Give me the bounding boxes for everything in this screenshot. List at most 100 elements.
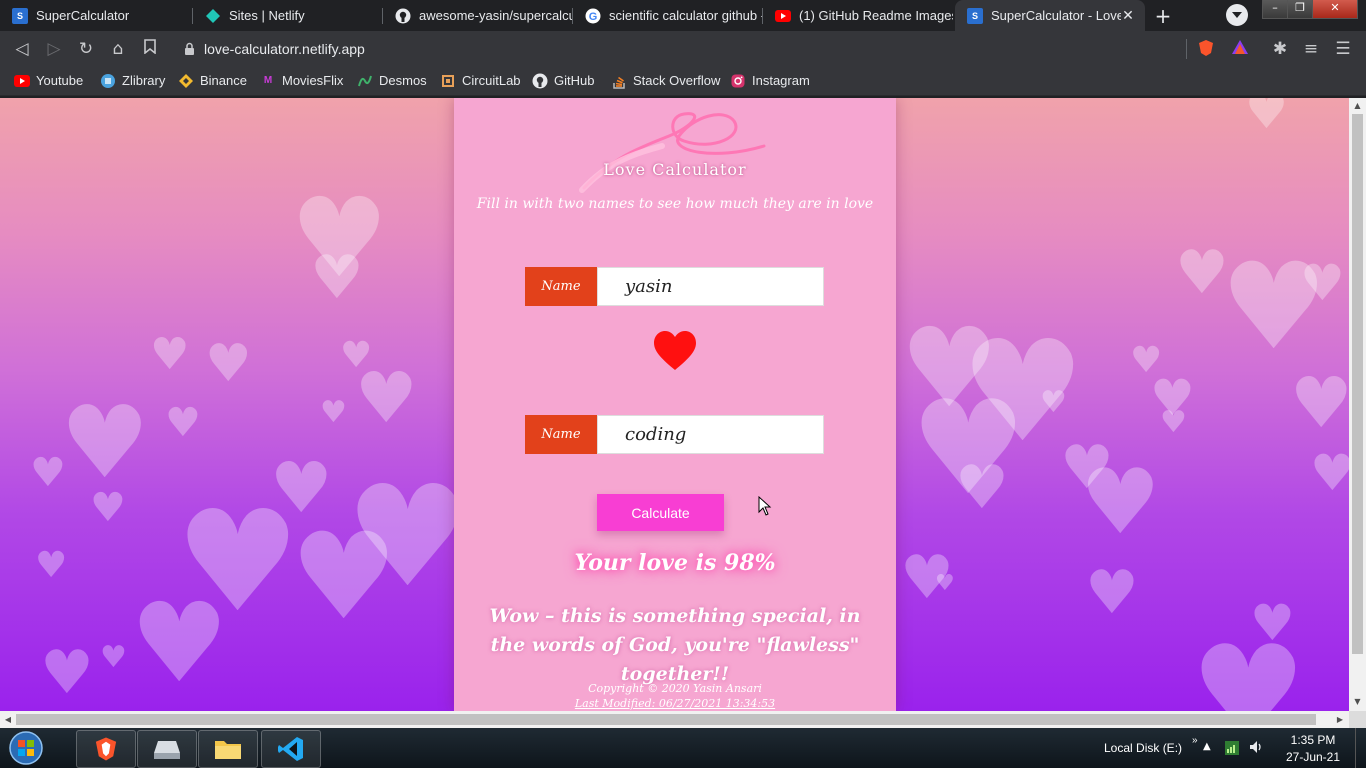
brave-rewards-icon[interactable] (1230, 39, 1250, 59)
binance-icon (178, 73, 194, 89)
scroll-down-icon[interactable]: ▼ (1352, 696, 1363, 708)
taskbar-vscode-button[interactable] (261, 730, 321, 768)
bookmark-icon[interactable] (140, 39, 160, 59)
heart-icon: ♥ (1310, 444, 1349, 502)
tray-drive-label[interactable]: Local Disk (E:) (1104, 741, 1182, 755)
heart-icon: ♥ (955, 453, 1009, 523)
taskbar-brave-button[interactable] (76, 730, 136, 768)
close-tab-icon[interactable]: ✕ (1119, 6, 1137, 24)
heart-icon: ♥ (320, 395, 347, 430)
bookmark-circuitlab[interactable]: CircuitLab (440, 66, 521, 95)
heart-icon: ♥ (150, 329, 190, 380)
horizontal-scrollbar[interactable]: ◀ ▶ (0, 711, 1349, 728)
heart-icon (654, 331, 696, 370)
profile-menu-icon[interactable] (1226, 4, 1248, 26)
bookmark-label: Stack Overflow (633, 73, 721, 88)
new-tab-button[interactable]: + (1152, 5, 1174, 27)
name-one-label: Name (525, 267, 597, 306)
love-calculator-card: Love Calculator Fill in with two names t… (454, 98, 896, 711)
bookmark-zlibrary[interactable]: Zlibrary (100, 66, 165, 95)
tab-google-search[interactable]: G scientific calculator github - ( (573, 0, 763, 31)
bookmark-label: CircuitLab (462, 73, 521, 88)
brave-shields-icon[interactable] (1196, 39, 1216, 59)
tab-supercalculator[interactable]: S SuperCalculator (0, 0, 193, 31)
stackoverflow-icon (611, 73, 627, 89)
calculate-button[interactable]: Calculate (597, 494, 724, 531)
name-two-label: Name (525, 415, 597, 454)
bookmark-youtube[interactable]: Youtube (14, 66, 83, 95)
taskbar-drive-button[interactable] (137, 730, 197, 768)
heart-icon: ♥ (40, 638, 94, 708)
heart-icon: ♥ (1080, 450, 1161, 555)
windows-start-icon[interactable] (6, 729, 46, 767)
tab-title: SuperCalculator - Love C (991, 8, 1121, 23)
clock-time: 1:35 PM (1290, 733, 1336, 747)
tab-github[interactable]: awesome-yasin/supercalcula (383, 0, 573, 31)
browser-toolbar: ◁ ▷ ↻ ⌂ love-calculatorr.netlify.app ✱ ≡… (0, 31, 1366, 66)
address-bar[interactable]: love-calculatorr.netlify.app (172, 34, 1182, 63)
svg-text:G: G (589, 11, 598, 23)
system-clock[interactable]: 1:35 PM 27-Jun-21 (1278, 732, 1348, 766)
heart-icon: ♥ (1160, 405, 1187, 440)
copyright-text: Copyright © 2020 Yasin Ansari (588, 682, 762, 695)
home-icon[interactable]: ⌂ (108, 39, 128, 59)
vertical-scroll-thumb[interactable] (1352, 114, 1363, 654)
name-two-input[interactable]: coding (597, 415, 824, 454)
bookmark-binance[interactable]: Binance (178, 66, 247, 95)
reading-list-icon[interactable]: ≡ (1301, 39, 1321, 59)
scroll-up-icon[interactable]: ▲ (1352, 100, 1363, 112)
heart-icon: ♥ (90, 485, 126, 531)
bookmark-moviesflix[interactable]: M MoviesFlix (260, 66, 344, 95)
browser-tab-strip: S SuperCalculator Sites | Netlify awesom… (0, 0, 1366, 31)
forward-icon[interactable]: ▷ (44, 39, 64, 59)
tab-title: (1) GitHub Readme Images T (799, 8, 953, 23)
extensions-icon[interactable]: ✱ (1270, 39, 1290, 59)
name-one-input[interactable]: yasin (597, 267, 824, 306)
tab-youtube[interactable]: (1) GitHub Readme Images T (763, 0, 953, 31)
heart-icon: ♥ (130, 579, 229, 707)
minimize-window-button[interactable]: – (1262, 0, 1288, 19)
heart-icon: ♥ (100, 640, 127, 675)
heart-icon: ♥ (1040, 385, 1067, 420)
bookmark-instagram[interactable]: Instagram (730, 66, 810, 95)
tab-title: awesome-yasin/supercalcula (419, 8, 573, 23)
bookmark-stackoverflow[interactable]: Stack Overflow (611, 66, 720, 95)
tab-title: scientific calculator github - ( (609, 8, 763, 23)
menu-icon[interactable]: ☰ (1333, 39, 1353, 59)
bookmark-label: Youtube (36, 73, 84, 88)
taskbar-explorer-button[interactable] (198, 730, 258, 768)
logo-title: Love Calculator (603, 160, 747, 179)
volume-icon[interactable] (1248, 739, 1264, 759)
tab-title: Sites | Netlify (229, 8, 305, 23)
heart-icon: ♥ (355, 357, 418, 439)
bookmark-github[interactable]: GitHub (532, 66, 594, 95)
scroll-right-icon[interactable]: ▶ (1334, 713, 1346, 726)
name-one-row: Name yasin (525, 267, 824, 306)
close-window-button[interactable]: ✕ (1312, 0, 1358, 19)
bookmark-desmos[interactable]: Desmos (357, 66, 427, 95)
scroll-left-icon[interactable]: ◀ (2, 713, 14, 726)
chevron-right-icon[interactable]: » (1192, 735, 1198, 746)
instagram-icon (730, 73, 746, 89)
brave-icon (95, 737, 117, 761)
circuitlab-icon (440, 73, 456, 89)
network-icon[interactable] (1224, 740, 1240, 760)
heart-icon: ♥ (1085, 558, 1139, 628)
vertical-scrollbar[interactable]: ▲ ▼ (1349, 98, 1366, 711)
heart-icon: ♥ (205, 334, 252, 394)
netlify-icon (205, 8, 221, 24)
horizontal-scroll-thumb[interactable] (16, 714, 1316, 725)
tab-love-calculator[interactable]: S SuperCalculator - Love C ✕ (955, 0, 1145, 31)
show-desktop-button[interactable] (1355, 728, 1366, 768)
bookmark-label: MoviesFlix (282, 73, 344, 88)
bookmark-label: GitHub (554, 73, 595, 88)
back-icon[interactable]: ◁ (12, 39, 32, 59)
heart-icon: ♥ (935, 571, 955, 596)
sc-icon: S (12, 7, 28, 24)
reload-icon[interactable]: ↻ (76, 39, 96, 59)
scrollbar-corner (1349, 711, 1366, 728)
tab-netlify[interactable]: Sites | Netlify (193, 0, 383, 31)
show-hidden-icons-icon[interactable]: ▲ (1203, 741, 1211, 752)
youtube-icon (14, 73, 30, 89)
maximize-window-button[interactable]: ❐ (1287, 0, 1313, 19)
